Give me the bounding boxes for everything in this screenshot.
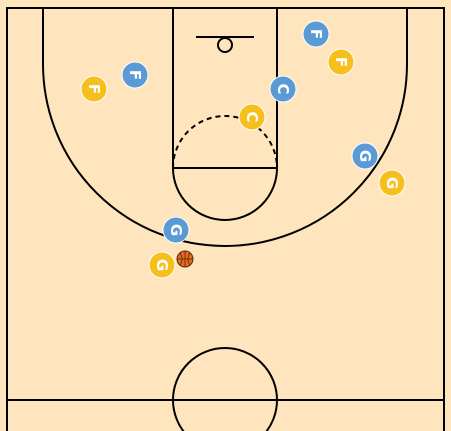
defense-player-4: G xyxy=(351,142,379,170)
player-label: G xyxy=(167,224,185,236)
basketball-court: F F C G G F F C G G xyxy=(0,0,451,431)
player-label: C xyxy=(243,111,261,122)
basketball-icon xyxy=(176,250,194,268)
player-label: F xyxy=(332,57,350,67)
ball-layer xyxy=(176,250,194,268)
court-surface xyxy=(0,0,451,431)
player-label: F xyxy=(307,29,325,39)
offense-player-2: F xyxy=(327,48,355,76)
player-label: G xyxy=(356,150,374,162)
defense-player-5: G xyxy=(162,216,190,244)
offense-player-1: F xyxy=(80,75,108,103)
defense-player-1: F xyxy=(121,61,149,89)
player-label: F xyxy=(85,84,103,94)
offense-player-3: C xyxy=(238,103,266,131)
defense-player-2: F xyxy=(302,20,330,48)
player-label: F xyxy=(126,70,144,80)
offense-player-4: G xyxy=(378,169,406,197)
player-label: G xyxy=(383,177,401,189)
offense-player-5: G xyxy=(148,251,176,279)
player-label: G xyxy=(153,259,171,271)
defense-player-3: C xyxy=(269,75,297,103)
player-label: C xyxy=(274,83,292,94)
